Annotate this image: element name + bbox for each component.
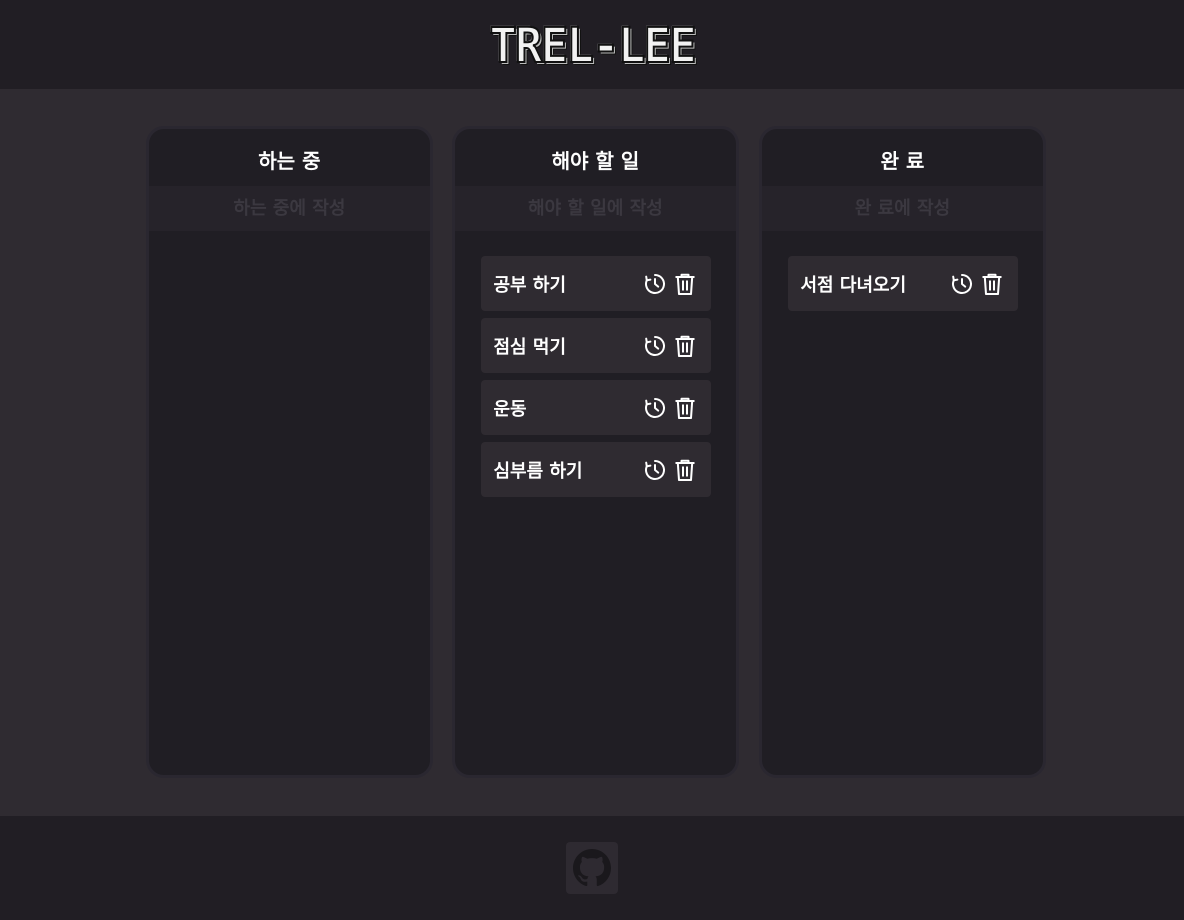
github-link[interactable]	[566, 842, 618, 894]
board-title: 하는 중	[258, 149, 321, 173]
card-actions	[643, 272, 697, 296]
card-text: 심부름 하기	[493, 460, 583, 482]
card-actions	[643, 458, 697, 482]
clock-history-icon[interactable]	[643, 458, 667, 482]
card-text: 공부 하기	[493, 274, 567, 296]
board-done: 완 료 서점 다녀오기	[759, 126, 1046, 778]
board-title: 완 료	[880, 149, 925, 173]
main-area: 하는 중 해야 할 일 공부 하기점심 먹기운동심부름 하기 완 료 서점 다녀…	[0, 89, 1184, 816]
logo: TREL-LEE	[488, 16, 698, 73]
card-list: 공부 하기점심 먹기운동심부름 하기	[455, 231, 736, 497]
card-list	[149, 231, 430, 256]
footer	[0, 816, 1184, 920]
board-title: 해야 할 일	[551, 149, 640, 173]
header: TREL-LEE	[0, 0, 1184, 89]
clock-history-icon[interactable]	[643, 334, 667, 358]
card-actions	[950, 272, 1004, 296]
card-actions	[643, 334, 697, 358]
card[interactable]: 서점 다녀오기	[787, 256, 1018, 311]
clock-history-icon[interactable]	[643, 396, 667, 420]
card-list: 서점 다녀오기	[762, 231, 1043, 311]
clock-history-icon[interactable]	[950, 272, 974, 296]
card[interactable]: 운동	[480, 380, 711, 435]
trash-icon[interactable]	[673, 334, 697, 358]
card-text: 점심 먹기	[493, 336, 567, 358]
card-text: 서점 다녀오기	[800, 274, 907, 296]
board-todo: 해야 할 일 공부 하기점심 먹기운동심부름 하기	[452, 126, 739, 778]
trash-icon[interactable]	[673, 272, 697, 296]
github-icon	[573, 849, 611, 887]
clock-history-icon[interactable]	[643, 272, 667, 296]
card-text: 운동	[493, 398, 527, 420]
trash-icon[interactable]	[673, 396, 697, 420]
card[interactable]: 공부 하기	[480, 256, 711, 311]
card[interactable]: 점심 먹기	[480, 318, 711, 373]
board-input[interactable]	[762, 186, 1043, 231]
trash-icon[interactable]	[980, 272, 1004, 296]
board-doing: 하는 중	[146, 126, 433, 778]
board-input[interactable]	[149, 186, 430, 231]
card-actions	[643, 396, 697, 420]
board-input[interactable]	[455, 186, 736, 231]
trash-icon[interactable]	[673, 458, 697, 482]
card[interactable]: 심부름 하기	[480, 442, 711, 497]
